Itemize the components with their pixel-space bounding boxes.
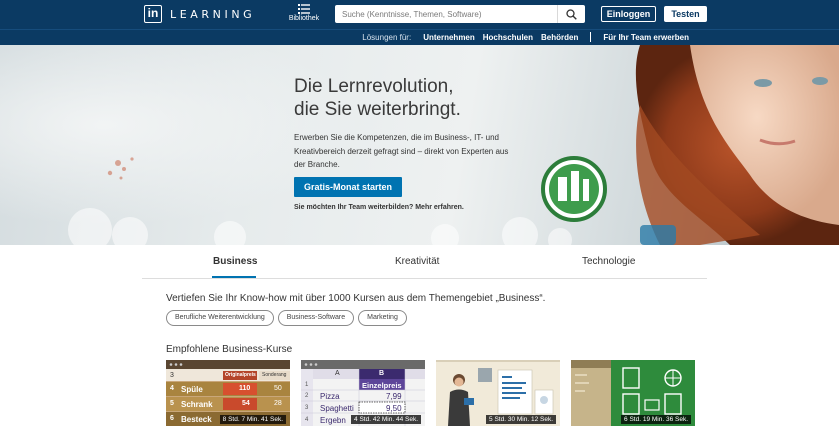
sheet-cell-name: Schrank (181, 400, 213, 409)
hero-description: Erwerben Sie die Kompetenzen, die im Bus… (294, 133, 509, 169)
linkedin-learning-logo[interactable]: in LEARNING (144, 5, 255, 23)
library-label: Bibliothek (288, 15, 320, 22)
sheet-header-einzelpreis: Einzelpreis (362, 381, 402, 390)
try-button[interactable]: Testen (664, 6, 707, 22)
topic-chips: Berufliche Weiterentwicklung Business-So… (166, 310, 407, 326)
tab-business[interactable]: Business (213, 256, 257, 267)
sheet-cell-value: 50 (274, 385, 282, 392)
active-tab-indicator (212, 276, 256, 278)
hero-title: Die Lernrevolution, die Sie weiterbringt… (294, 75, 554, 121)
solutions-nav: Lösungen für: Unternehmen Hochschulen Be… (0, 29, 839, 45)
team-training-link[interactable]: Sie möchten Ihr Team weiterbilden? Mehr … (294, 204, 464, 211)
category-tabs: Business Kreativität Technologie (142, 245, 707, 279)
linkedin-logo-icon: in (144, 5, 162, 23)
sheet-cell-name: Pizza (320, 392, 340, 401)
sheet-row-num: 1 (305, 382, 309, 388)
library-button[interactable]: Bibliothek (286, 4, 322, 22)
course-duration: 4 Std. 42 Min. 44 Sek. (351, 415, 421, 424)
start-free-month-button[interactable]: Gratis-Monat starten (294, 177, 402, 197)
hero-title-line-2: die Sie weiterbringt. (294, 99, 461, 120)
sheet-col-b: B (379, 370, 385, 377)
sheet-row-num: 5 (170, 400, 174, 407)
course-card-1[interactable]: Originalpreis Sonderang 3 4 Spüle 110 50… (166, 360, 290, 426)
sheet-cell-name: Spüle (181, 385, 203, 394)
search-icon (566, 8, 577, 20)
sheet-row-num: 3 (170, 372, 174, 379)
sheet-row-num: 4 (170, 385, 174, 392)
sheet-header-originalpreis: Originalpreis (225, 372, 256, 378)
sheet-cell-value: 7,99 (386, 392, 402, 401)
sheet-cell-name: Besteck (181, 415, 212, 424)
search-box (335, 5, 585, 23)
chip-berufliche-weiterentwicklung[interactable]: Berufliche Weiterentwicklung (166, 310, 274, 326)
course-duration: 5 Std. 30 Min. 12 Sek. (486, 415, 556, 424)
sheet-cell-value: 9,50 (386, 404, 402, 413)
tab-kreativitaet[interactable]: Kreativität (395, 256, 439, 267)
hero-title-line-1: Die Lernrevolution, (294, 76, 454, 97)
sheet-header-sonderang: Sonderang (262, 372, 287, 378)
sheet-row-num: 3 (305, 405, 309, 411)
course-card-3[interactable]: 5 Std. 30 Min. 12 Sek. (436, 360, 560, 426)
sheet-cell-value: 110 (239, 385, 251, 392)
nav-item-team[interactable]: Für Ihr Team erwerben (603, 33, 689, 42)
sheet-row-num: 6 (170, 415, 174, 422)
nav-item-hochschulen[interactable]: Hochschulen (483, 33, 533, 42)
sheet-cell-name: Spaghetti (320, 404, 354, 413)
featured-courses-title: Empfohlene Business-Kurse (166, 344, 293, 355)
nav-divider (590, 32, 592, 42)
sheet-cell-name: Ergebn (320, 416, 346, 425)
course-card-2[interactable]: A B Einzelpreis 1 2 Pizza 7,99 3 Spaghet… (301, 360, 425, 426)
search-button[interactable] (557, 5, 585, 23)
sheet-col-a: A (335, 370, 340, 377)
course-duration: 8 Std. 7 Min. 41 Sek. (219, 415, 286, 424)
top-bar: in LEARNING Bibliothek Einloggen Testen (0, 0, 839, 29)
search-input[interactable] (335, 6, 553, 22)
sheet-cell-value: 28 (274, 400, 282, 407)
nav-item-behoerden[interactable]: Behörden (541, 33, 578, 42)
chip-business-software[interactable]: Business-Software (277, 310, 355, 326)
solutions-label: Lösungen für: (362, 32, 412, 42)
hero-banner: Die Lernrevolution, die Sie weiterbringt… (0, 45, 839, 245)
course-duration: 6 Std. 19 Min. 36 Sek. (621, 415, 691, 424)
sheet-cell-value: 54 (242, 400, 250, 407)
login-button[interactable]: Einloggen (601, 6, 656, 22)
chip-marketing[interactable]: Marketing (358, 310, 407, 326)
tab-technologie[interactable]: Technologie (582, 256, 635, 267)
sheet-row-num: 2 (305, 393, 309, 399)
logo-wordmark: LEARNING (170, 7, 256, 21)
brush-bucket-icon (541, 156, 607, 222)
category-intro: Vertiefen Sie Ihr Know-how mit über 1000… (166, 293, 546, 304)
sheet-row-num: 4 (305, 417, 309, 423)
nav-item-unternehmen[interactable]: Unternehmen (423, 33, 475, 42)
list-icon (298, 4, 310, 14)
course-card-4[interactable]: 6 Std. 19 Min. 36 Sek. (571, 360, 695, 426)
